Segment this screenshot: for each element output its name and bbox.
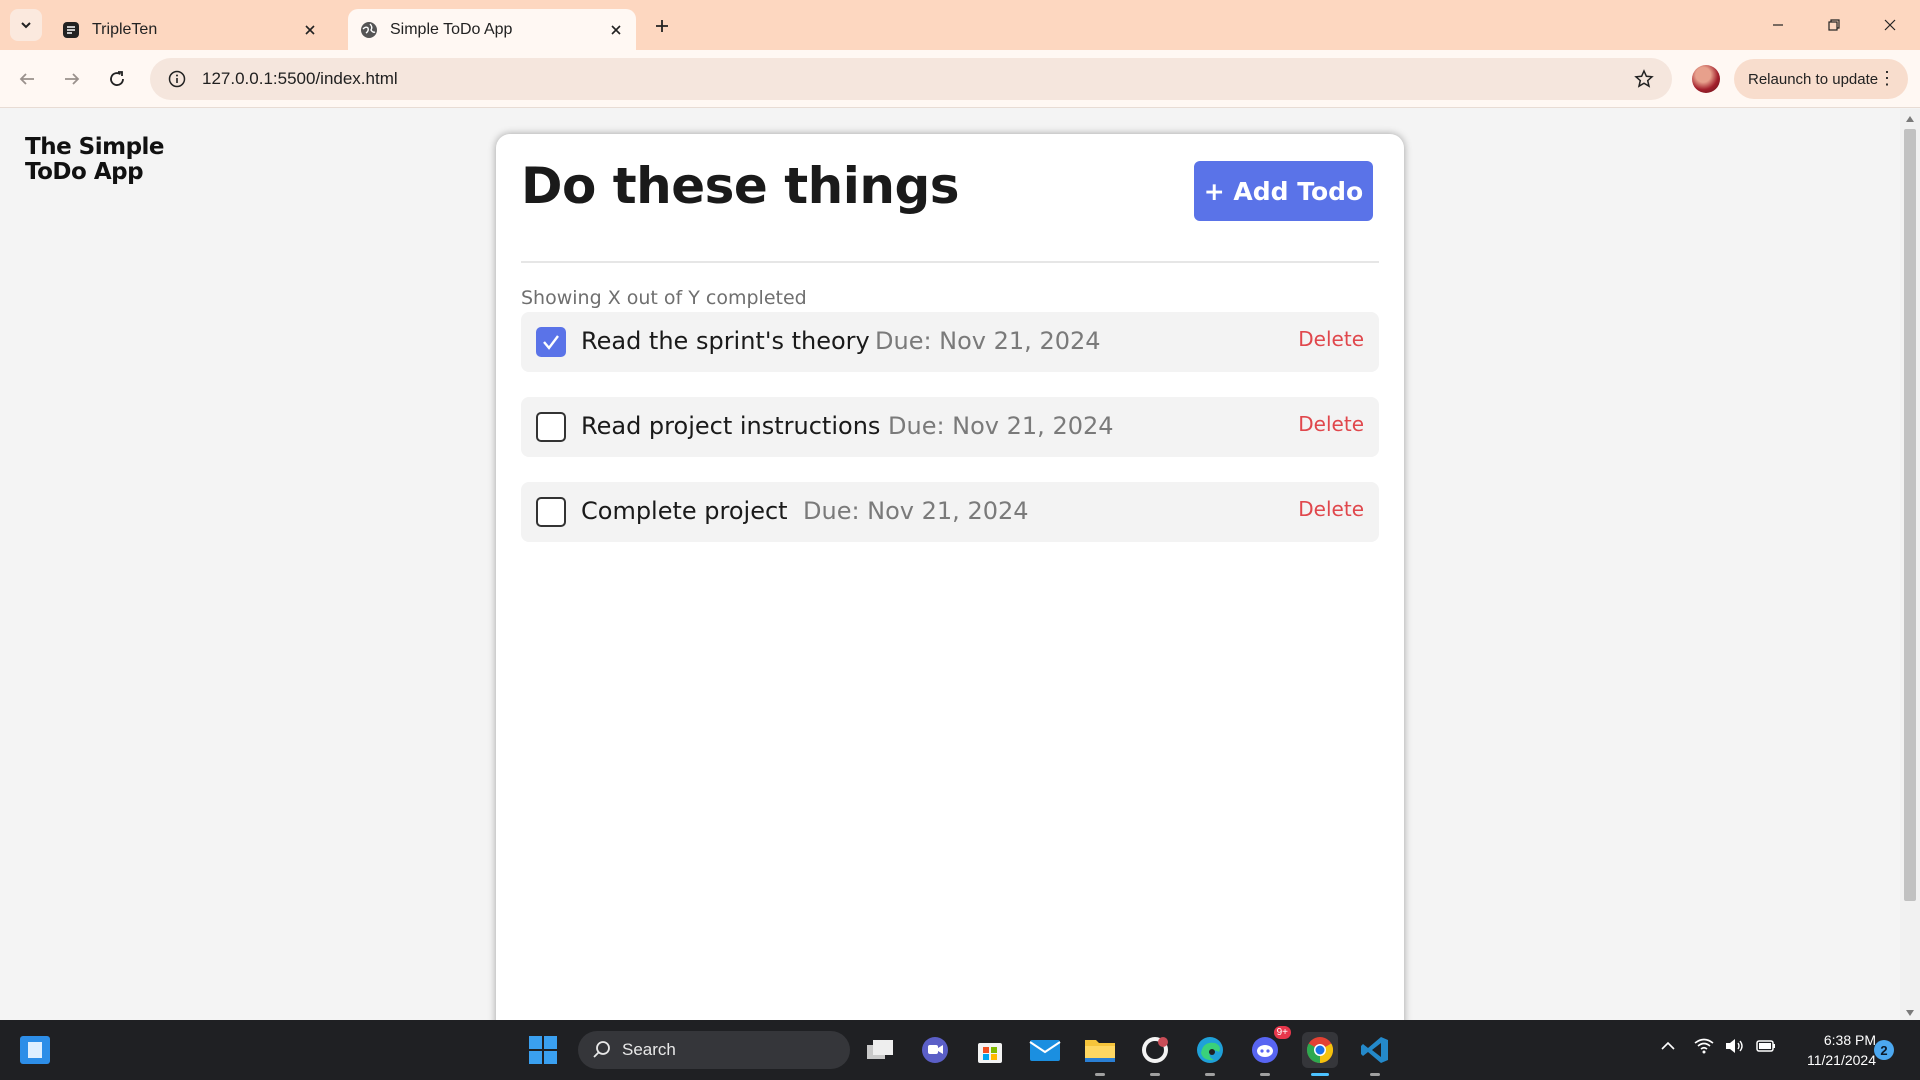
reload-button[interactable] [100, 62, 134, 96]
mail-icon[interactable] [1027, 1032, 1063, 1068]
tripleten-favicon-icon [62, 21, 80, 39]
teams-chat-icon[interactable] [917, 1032, 953, 1068]
tab-search-button[interactable] [10, 9, 42, 41]
delete-button[interactable]: Delete [1298, 327, 1364, 351]
running-indicator [1311, 1073, 1329, 1076]
relaunch-to-update-button[interactable]: Relaunch to update ⋮ [1734, 59, 1908, 99]
todo-name: Read the sprint's theory [581, 327, 870, 355]
github-desktop-icon[interactable] [1137, 1032, 1173, 1076]
scroll-up-icon[interactable] [1905, 114, 1915, 124]
minimize-icon [1773, 24, 1783, 26]
todo-checkbox[interactable] [536, 412, 566, 442]
completion-counter: Showing X out of Y completed [521, 287, 807, 309]
todo-item: Read project instructions Due: Nov 21, 2… [521, 397, 1379, 457]
minimize-button[interactable] [1758, 10, 1798, 40]
browser-toolbar: 127.0.0.1:5500/index.html Relaunch to up… [0, 50, 1920, 108]
card-header: Do these things + Add Todo [521, 134, 1379, 263]
more-menu-icon[interactable]: ⋮ [1878, 68, 1896, 88]
forward-button[interactable] [55, 62, 89, 96]
page-viewport: The Simple ToDo App Do these things + Ad… [0, 109, 1900, 1020]
todo-name: Complete project [581, 497, 788, 525]
widgets-icon[interactable] [20, 1036, 50, 1064]
restore-button[interactable] [1814, 10, 1854, 40]
discord-icon[interactable]: 9+ [1247, 1026, 1291, 1076]
scroll-down-icon[interactable] [1905, 1008, 1915, 1018]
file-explorer-icon[interactable] [1082, 1032, 1118, 1076]
plus-icon [656, 20, 668, 32]
discord-badge: 9+ [1273, 1026, 1291, 1039]
taskbar: Search 9+ 6:38 PM 11/21/2024 2 [0, 1020, 1920, 1080]
chrome-browser-icon[interactable] [1302, 1032, 1338, 1076]
taskbar-clock[interactable]: 6:38 PM 11/21/2024 [1780, 1030, 1876, 1070]
page-title: Do these things [521, 157, 960, 215]
search-placeholder: Search [622, 1040, 676, 1059]
vscode-icon[interactable] [1357, 1032, 1393, 1076]
scrollbar-thumb[interactable] [1904, 129, 1916, 901]
running-indicator [1260, 1073, 1270, 1076]
running-indicator [1150, 1073, 1160, 1076]
close-icon [1884, 19, 1896, 31]
chevron-down-icon [21, 22, 31, 29]
site-info-icon[interactable] [156, 58, 198, 100]
arrow-right-icon [65, 73, 80, 85]
taskbar-search-box[interactable]: Search [578, 1031, 850, 1069]
tab-title: Simple ToDo App [390, 20, 513, 38]
bookmark-star-icon[interactable] [1624, 59, 1664, 99]
todo-checkbox[interactable] [536, 327, 566, 357]
notification-count-badge[interactable]: 2 [1874, 1040, 1894, 1060]
address-bar[interactable]: 127.0.0.1:5500/index.html [150, 58, 1672, 100]
new-tab-button[interactable] [648, 12, 676, 40]
volume-icon[interactable] [1724, 1038, 1744, 1057]
todo-due-date: Due: Nov 21, 2024 [888, 412, 1114, 440]
edge-browser-icon[interactable] [1192, 1032, 1228, 1076]
wifi-icon[interactable] [1694, 1038, 1714, 1057]
browser-tab-bar: TripleTen Simple ToDo App [0, 0, 1920, 50]
tab-tripleten[interactable]: TripleTen [58, 9, 330, 50]
todo-item: Complete project Due: Nov 21, 2024 Delet… [521, 482, 1379, 542]
show-hidden-icons-icon[interactable] [1660, 1038, 1676, 1054]
relaunch-label: Relaunch to update [1748, 70, 1879, 88]
close-tab-icon[interactable] [604, 18, 628, 42]
profile-avatar[interactable] [1692, 65, 1720, 93]
battery-icon[interactable] [1754, 1038, 1776, 1057]
brand-text: The Simple ToDo App [25, 134, 165, 185]
back-button[interactable] [10, 62, 44, 96]
delete-button[interactable]: Delete [1298, 412, 1364, 436]
todo-card: Do these things + Add Todo Showing X out… [496, 134, 1404, 1020]
close-tab-icon[interactable] [298, 18, 322, 42]
add-todo-button[interactable]: + Add Todo [1194, 161, 1373, 221]
globe-icon [360, 21, 378, 39]
clock-date: 11/21/2024 [1806, 1052, 1876, 1068]
todo-name: Read project instructions [581, 412, 881, 440]
reload-icon [110, 71, 124, 86]
windows-start-icon[interactable] [525, 1032, 561, 1068]
restore-icon [1828, 19, 1840, 31]
arrow-left-icon [19, 73, 34, 85]
delete-button[interactable]: Delete [1298, 497, 1364, 521]
close-window-button[interactable] [1870, 10, 1910, 40]
tab-simple-todo-app[interactable]: Simple ToDo App [348, 9, 636, 50]
running-indicator [1205, 1073, 1215, 1076]
task-view-icon[interactable] [862, 1032, 898, 1068]
todo-due-date: Due: Nov 21, 2024 [803, 497, 1029, 525]
todo-checkbox[interactable] [536, 497, 566, 527]
running-indicator [1095, 1073, 1105, 1076]
todo-item: Read the sprint's theory Due: Nov 21, 20… [521, 312, 1379, 372]
app-brand: The Simple ToDo App [25, 135, 175, 185]
search-icon [592, 1040, 612, 1060]
todo-due-date: Due: Nov 21, 2024 [875, 327, 1101, 355]
tab-title: TripleTen [92, 20, 158, 38]
page-scrollbar[interactable] [1900, 109, 1920, 1020]
microsoft-store-icon[interactable] [972, 1032, 1008, 1068]
checkmark-icon [543, 335, 559, 350]
running-indicator [1370, 1073, 1380, 1076]
clock-time: 6:38 PM [1823, 1032, 1876, 1048]
url-text: 127.0.0.1:5500/index.html [202, 69, 398, 88]
